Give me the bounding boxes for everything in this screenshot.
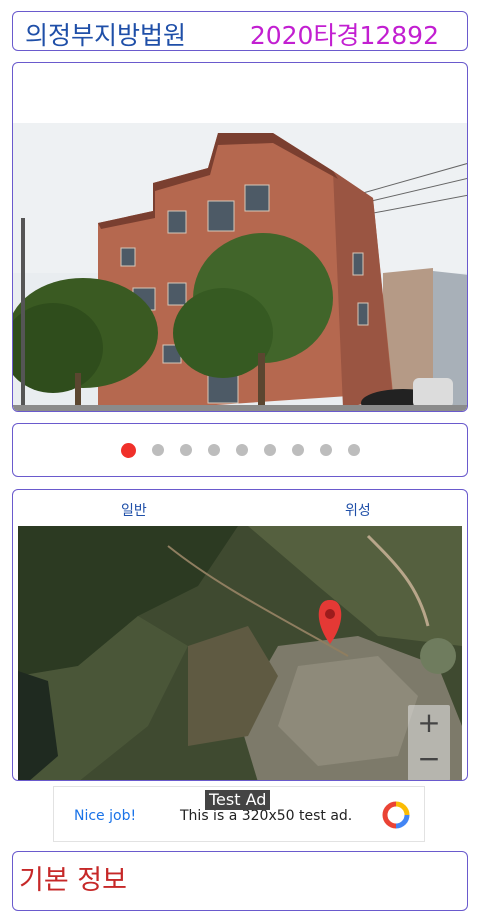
basic-info-card: 기본 정보 (12, 851, 468, 911)
zoom-out-button[interactable]: − (408, 741, 450, 777)
section-title: 기본 정보 (19, 865, 127, 896)
gallery-dot[interactable] (207, 444, 220, 456)
header-card: 의정부지방법원 2020타경12892 (12, 11, 468, 51)
gallery-dot[interactable] (319, 444, 332, 456)
gallery-dot[interactable] (179, 444, 192, 456)
photo-card[interactable] (12, 62, 468, 412)
map-card: 일반 위성 + − (12, 489, 468, 781)
property-photo[interactable] (13, 123, 468, 412)
page-dots[interactable] (13, 442, 467, 458)
gallery-dot[interactable] (347, 444, 360, 456)
gallery-dot[interactable] (263, 444, 276, 456)
gallery-dot[interactable] (151, 444, 164, 456)
zoom-in-button[interactable]: + (408, 705, 450, 741)
court-name: 의정부지방법원 (25, 21, 187, 50)
gallery-dot[interactable] (120, 442, 136, 458)
gallery-dot[interactable] (291, 444, 304, 456)
case-number: 2020타경12892 (249, 21, 439, 50)
map-zoom-controls: + − (408, 705, 450, 780)
ad-cta[interactable]: Nice job! (74, 808, 136, 824)
ad-text: This is a 320x50 test ad. (180, 808, 353, 824)
tab-map-satellite[interactable]: 위성 (345, 500, 371, 520)
gallery-dot[interactable] (235, 444, 248, 456)
test-ad-label: Test Ad (205, 790, 271, 810)
tab-map-normal[interactable]: 일반 (121, 500, 147, 520)
ad-logo-icon (382, 801, 410, 829)
gallery-indicator (12, 423, 468, 477)
satellite-map[interactable] (18, 526, 462, 781)
